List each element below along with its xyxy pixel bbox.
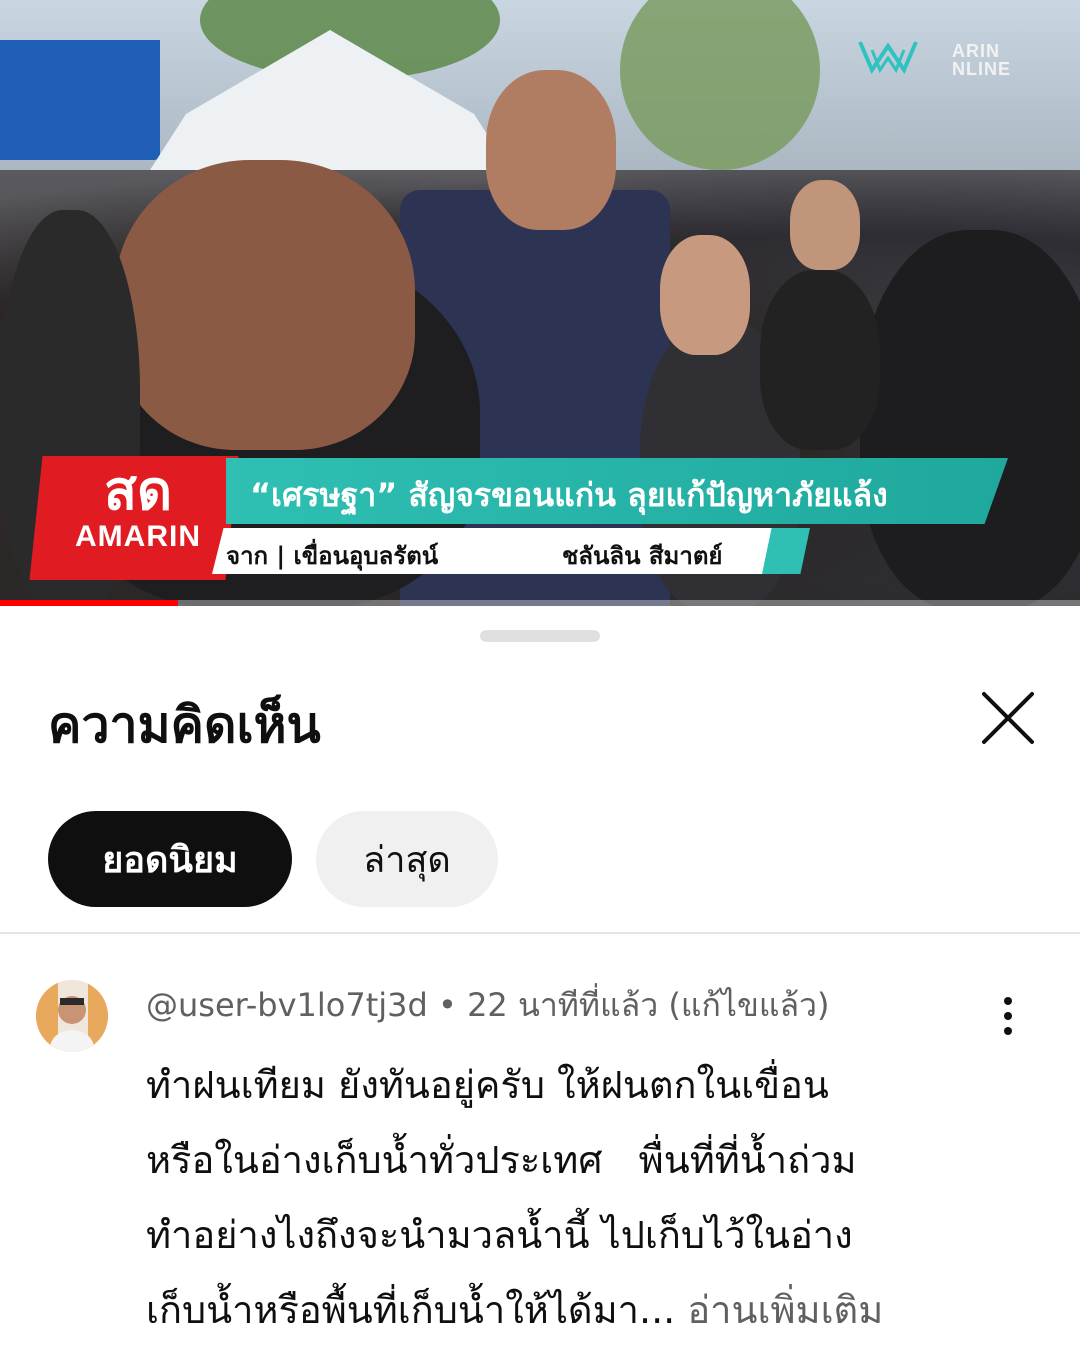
person-head xyxy=(115,160,415,450)
person-head xyxy=(486,70,616,230)
divider xyxy=(0,932,1080,934)
comment-item: @user-bv1lo7tj3d • 22 นาทีที่แล้ว (แก้ไข… xyxy=(0,966,1080,1340)
comment-text-line: ทำฝนเทียม ยังทันอยู่ครับ ให้ฝนตกในเขื่อน xyxy=(146,1063,829,1107)
person-head xyxy=(790,180,860,270)
comment-meta: @user-bv1lo7tj3d • 22 นาทีที่แล้ว (แก้ไข… xyxy=(146,980,830,1031)
sort-chip-top[interactable]: ยอดนิยม xyxy=(48,811,292,907)
close-icon[interactable] xyxy=(970,680,1046,756)
comments-sheet: ความคิดเห็น ยอดนิยม ล่าสุด @user-bv1lo7t… xyxy=(0,606,1080,1340)
comment-text: ทำฝนเทียม ยังทันอยู่ครับ ให้ฝนตกในเขื่อน… xyxy=(146,1048,1006,1348)
background-tree xyxy=(620,0,820,170)
live-badge: สด AMARIN xyxy=(48,460,228,554)
news-reporter: ชลันลิน สีมาตย์ xyxy=(562,542,723,570)
avatar-image xyxy=(36,980,108,1052)
comment-text-line: หรือในอ่างเก็บน้ำทั่วประเทศ พื่นที่ที่น้… xyxy=(146,1138,857,1182)
avatar[interactable] xyxy=(36,980,108,1052)
background-tent xyxy=(0,40,160,160)
person-reporter xyxy=(760,270,880,450)
news-location: จาก | เขื่อนอุบลรัตน์ xyxy=(226,542,439,570)
comment-author[interactable]: @user-bv1lo7tj3d xyxy=(146,986,428,1024)
comment-text-line: เก็บน้ำหรือพื้นที่เก็บน้ำให้ได้มา... xyxy=(146,1288,676,1332)
sort-chip-newest[interactable]: ล่าสุด xyxy=(316,811,498,907)
brand-label: AMARIN xyxy=(75,520,201,553)
comment-text-last-line: เก็บน้ำหรือพื้นที่เก็บน้ำให้ได้มา... อ่า… xyxy=(146,1273,1006,1348)
news-headline: “เศรษฐา” สัญจรขอนแก่น ลุยแก้ปัญหาภัยแล้ง xyxy=(250,476,888,514)
news-lower-third: สด AMARIN “เศรษฐา” สัญจรขอนแก่น ลุยแก้ปั… xyxy=(29,456,1016,580)
comment-text-line: ทำอย่างไงถึงจะนำมวลน้ำนี้ ไปเก็บไว้ในอ่า… xyxy=(146,1213,853,1257)
comments-title: ความคิดเห็น xyxy=(48,696,321,754)
drag-handle[interactable] xyxy=(480,630,600,642)
channel-watermark: ARIN NLINE xyxy=(952,41,1011,79)
person-head xyxy=(660,235,750,355)
meta-separator: • xyxy=(438,986,468,1024)
more-vert-icon[interactable] xyxy=(992,994,1024,1038)
comment-time: 22 นาทีที่แล้ว (แก้ไขแล้ว) xyxy=(467,986,830,1024)
read-more-link[interactable]: อ่านเพิ่มเติม xyxy=(687,1288,883,1332)
amarin-logo-icon xyxy=(858,41,918,75)
live-label: สด xyxy=(103,459,173,522)
video-player[interactable]: ARIN NLINE สด AMARIN “เศรษฐา” สัญจรขอนแก… xyxy=(0,0,1080,606)
